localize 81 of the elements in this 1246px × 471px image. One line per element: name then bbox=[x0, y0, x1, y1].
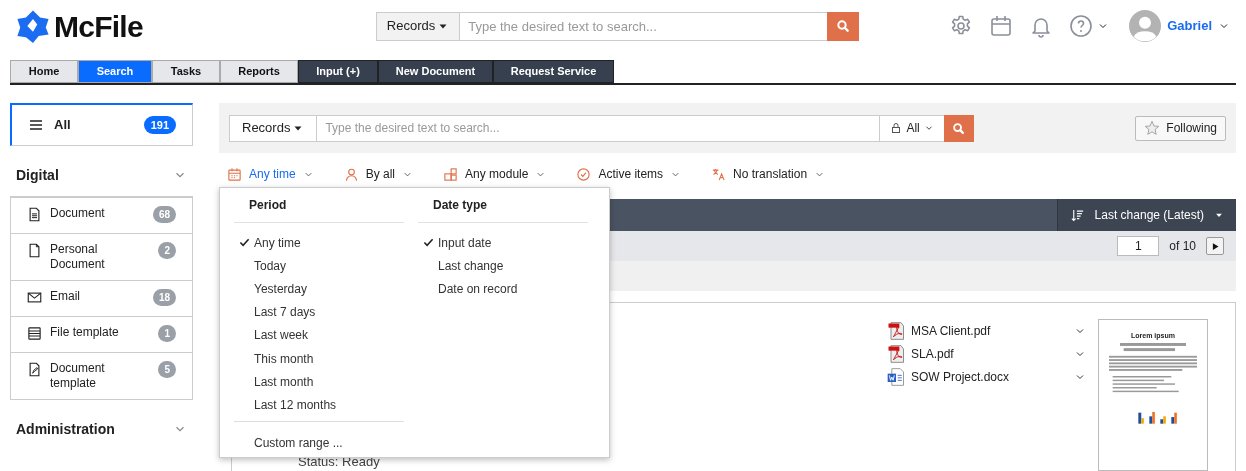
filter-dropdown[interactable]: Any module bbox=[443, 165, 547, 183]
count-badge: 2 bbox=[158, 242, 176, 259]
pdf-file-icon bbox=[886, 344, 906, 364]
search-button[interactable] bbox=[827, 11, 860, 41]
following-button[interactable]: Following bbox=[1135, 115, 1226, 141]
search-field[interactable]: Type the desired text to search... bbox=[460, 11, 828, 41]
nav-tab[interactable]: Search bbox=[78, 60, 152, 83]
sidebar-item[interactable]: Email 18 bbox=[11, 281, 192, 317]
person-icon bbox=[343, 166, 359, 182]
menu-option[interactable]: Input date bbox=[438, 233, 492, 252]
user-name[interactable]: Gabriel bbox=[1167, 16, 1212, 36]
search-button[interactable] bbox=[943, 114, 974, 142]
count-badge: 68 bbox=[152, 206, 176, 223]
check-circle-icon bbox=[576, 166, 592, 182]
column-heading: Date type bbox=[433, 197, 488, 214]
scope-dropdown[interactable]: Records bbox=[375, 11, 461, 41]
menu-option[interactable]: Custom range ... bbox=[254, 435, 343, 450]
page-total: of 10 bbox=[1169, 238, 1196, 255]
document-icon bbox=[27, 207, 42, 222]
menu-icon bbox=[28, 117, 44, 133]
scope-dropdown[interactable]: Records bbox=[229, 114, 318, 142]
menu-option[interactable]: This month bbox=[254, 349, 314, 368]
page-icon bbox=[27, 243, 42, 258]
play-icon bbox=[1210, 241, 1220, 251]
filter-dropdown[interactable]: Any time bbox=[227, 165, 314, 183]
menu-option[interactable]: Yesterday bbox=[254, 279, 307, 298]
nav-tab[interactable]: Tasks bbox=[152, 60, 220, 83]
word-file-icon bbox=[886, 367, 906, 387]
filter-dropdown[interactable]: By all bbox=[343, 165, 414, 183]
nav-tab[interactable]: New Document bbox=[378, 60, 493, 83]
menu-option[interactable]: Last 12 months bbox=[254, 395, 337, 414]
sort-icon bbox=[1069, 207, 1085, 223]
avatar-icon bbox=[1129, 10, 1162, 42]
menu-option[interactable]: Date on record bbox=[438, 279, 518, 298]
menu-option[interactable]: Last month bbox=[254, 372, 314, 391]
calendar-icon bbox=[227, 166, 242, 182]
search-icon bbox=[951, 120, 967, 136]
search-field[interactable]: Type the desired text to search... bbox=[317, 114, 881, 142]
list-icon bbox=[27, 326, 42, 341]
section-title: Digital bbox=[16, 165, 59, 185]
nav-tab[interactable]: Home bbox=[10, 60, 78, 83]
star-icon bbox=[1144, 120, 1161, 136]
menu-option[interactable]: Today bbox=[254, 256, 287, 275]
document-pen-icon bbox=[27, 362, 42, 377]
count-badge: 191 bbox=[143, 115, 176, 135]
count-badge: 1 bbox=[158, 325, 176, 342]
modules-icon bbox=[443, 166, 459, 182]
filter-dropdown[interactable]: All bbox=[880, 114, 944, 142]
menu-option[interactable]: Last 7 days bbox=[254, 303, 316, 322]
sidebar-item[interactable]: Personal Document 2 bbox=[11, 234, 192, 281]
lock-icon bbox=[890, 122, 903, 134]
attachment-link[interactable]: SOW Project.docx bbox=[911, 368, 1069, 386]
all-items-tab[interactable]: All 191 bbox=[10, 103, 193, 146]
sidebar-item[interactable]: File template 1 bbox=[11, 317, 192, 353]
nav-tab[interactable]: Input (+) bbox=[298, 60, 378, 83]
logo-text: McFile bbox=[54, 8, 143, 45]
sidebar-item[interactable]: Document 68 bbox=[11, 198, 192, 234]
column-heading: Period bbox=[249, 197, 287, 214]
filter-dropdown[interactable]: No translation bbox=[711, 165, 826, 183]
calendar-icon[interactable] bbox=[989, 14, 1014, 38]
translate-icon bbox=[711, 166, 727, 182]
sort-dropdown[interactable]: Last change (Latest) bbox=[1056, 199, 1236, 231]
sidebar-item[interactable]: Document template 5 bbox=[11, 353, 192, 399]
pdf-file-icon bbox=[886, 321, 906, 341]
filter-dropdown[interactable]: Active items bbox=[576, 165, 682, 183]
menu-option[interactable]: Any time bbox=[254, 233, 301, 252]
nav-tab[interactable]: Reports bbox=[220, 60, 298, 83]
help-icon[interactable] bbox=[1069, 14, 1094, 38]
section-title: Administration bbox=[16, 419, 115, 439]
attachment-link[interactable]: MSA Client.pdf bbox=[911, 322, 1069, 340]
menu-option[interactable]: Last change bbox=[438, 256, 504, 275]
menu-option[interactable]: Last week bbox=[254, 326, 309, 345]
search-icon bbox=[835, 18, 852, 34]
count-badge: 5 bbox=[158, 361, 176, 378]
envelope-icon bbox=[27, 290, 42, 305]
count-badge: 18 bbox=[152, 289, 176, 306]
logo-icon bbox=[16, 9, 50, 43]
page-field[interactable]: 1 bbox=[1117, 236, 1160, 256]
next-page-button[interactable] bbox=[1206, 237, 1224, 255]
nav-tab[interactable]: Request Service bbox=[493, 60, 614, 83]
attachment-link[interactable]: SLA.pdf bbox=[911, 345, 1069, 363]
